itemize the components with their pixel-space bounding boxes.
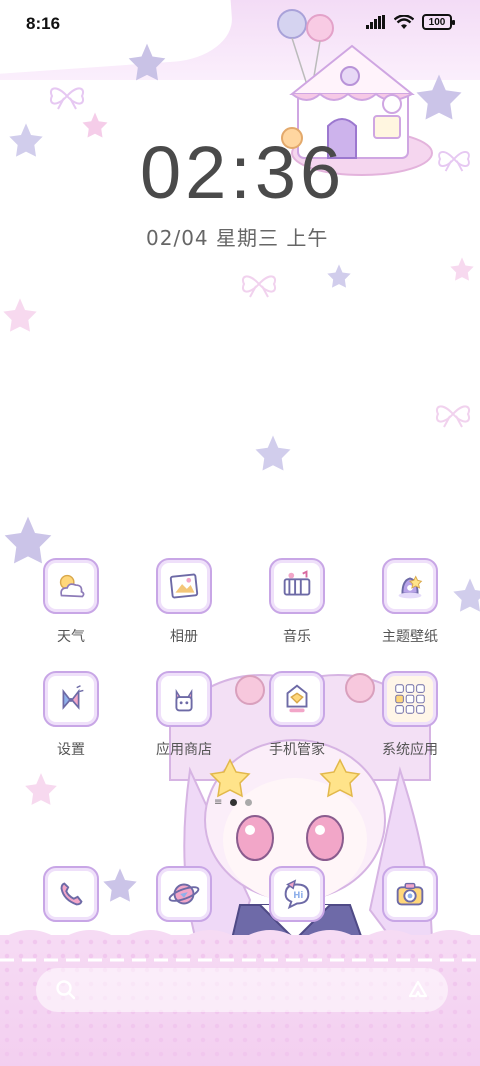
bow-decoration bbox=[242, 275, 276, 298]
app-theme[interactable]: 主题壁纸 bbox=[370, 558, 450, 646]
stitch-line bbox=[0, 958, 480, 962]
svg-text:Hi: Hi bbox=[293, 891, 303, 901]
app-settings[interactable]: 设置 bbox=[31, 671, 111, 759]
star-decoration bbox=[3, 298, 37, 332]
gallery-icon[interactable] bbox=[156, 558, 212, 614]
dock-messages[interactable]: Hi bbox=[257, 866, 337, 922]
browser-icon[interactable] bbox=[156, 866, 212, 922]
assistant-icon[interactable] bbox=[406, 978, 430, 1002]
music-icon[interactable] bbox=[269, 558, 325, 614]
app-app-store[interactable]: 应用商店 bbox=[144, 671, 224, 759]
app-label-phone-manager: 手机管家 bbox=[269, 742, 325, 758]
dock-browser[interactable] bbox=[144, 866, 224, 922]
page-indicator[interactable]: ≡ bbox=[214, 797, 253, 808]
wifi-icon bbox=[394, 14, 414, 29]
bow-decoration bbox=[50, 87, 84, 110]
star-decoration bbox=[9, 123, 43, 157]
search-bar[interactable] bbox=[36, 968, 448, 1012]
messages-icon[interactable]: Hi bbox=[269, 866, 325, 922]
star-decoration bbox=[450, 257, 474, 281]
star-decoration bbox=[82, 112, 108, 138]
app-music[interactable]: 音乐 bbox=[257, 558, 337, 646]
app-store-icon[interactable] bbox=[156, 671, 212, 727]
settings-icon[interactable] bbox=[43, 671, 99, 727]
page-dot bbox=[245, 799, 253, 806]
system-apps-folder-icon[interactable] bbox=[382, 671, 438, 727]
app-gallery[interactable]: 相册 bbox=[144, 558, 224, 646]
dock-phone[interactable] bbox=[31, 866, 111, 922]
phone-manager-icon[interactable] bbox=[269, 671, 325, 727]
status-icons: 100 bbox=[366, 14, 455, 30]
app-weather[interactable]: 天气 bbox=[31, 558, 111, 646]
app-label-weather: 天气 bbox=[57, 629, 85, 645]
bow-decoration bbox=[436, 405, 470, 428]
battery-icon: 100 bbox=[422, 14, 455, 30]
star-decoration bbox=[25, 773, 57, 805]
star-decoration bbox=[255, 435, 291, 471]
dock-camera[interactable] bbox=[370, 866, 450, 922]
app-system-apps-folder[interactable]: 系统应用 bbox=[370, 671, 450, 759]
page-list-icon: ≡ bbox=[214, 797, 223, 808]
status-bar: 8:16 100 bbox=[0, 0, 480, 50]
app-phone-manager[interactable]: 手机管家 bbox=[257, 671, 337, 759]
app-label-gallery: 相册 bbox=[170, 629, 198, 645]
theme-icon[interactable] bbox=[382, 558, 438, 614]
app-label-theme: 主题壁纸 bbox=[382, 629, 438, 645]
search-icon[interactable] bbox=[54, 978, 78, 1002]
cellular-signal-icon bbox=[366, 15, 385, 29]
phone-icon[interactable] bbox=[43, 866, 99, 922]
app-label-music: 音乐 bbox=[283, 629, 311, 645]
page-dot-active bbox=[230, 799, 238, 806]
status-time: 8:16 bbox=[26, 14, 61, 33]
star-decoration bbox=[453, 578, 480, 612]
clock-widget-date[interactable]: 02/04 星期三 上午 bbox=[146, 222, 328, 251]
camera-icon[interactable] bbox=[382, 866, 438, 922]
clock-widget-time[interactable]: 02:36 bbox=[140, 136, 345, 210]
app-label-app-store: 应用商店 bbox=[156, 742, 212, 758]
app-label-system-apps: 系统应用 bbox=[382, 742, 438, 758]
app-label-settings: 设置 bbox=[57, 742, 85, 758]
weather-icon[interactable] bbox=[43, 558, 99, 614]
star-decoration bbox=[327, 264, 351, 288]
